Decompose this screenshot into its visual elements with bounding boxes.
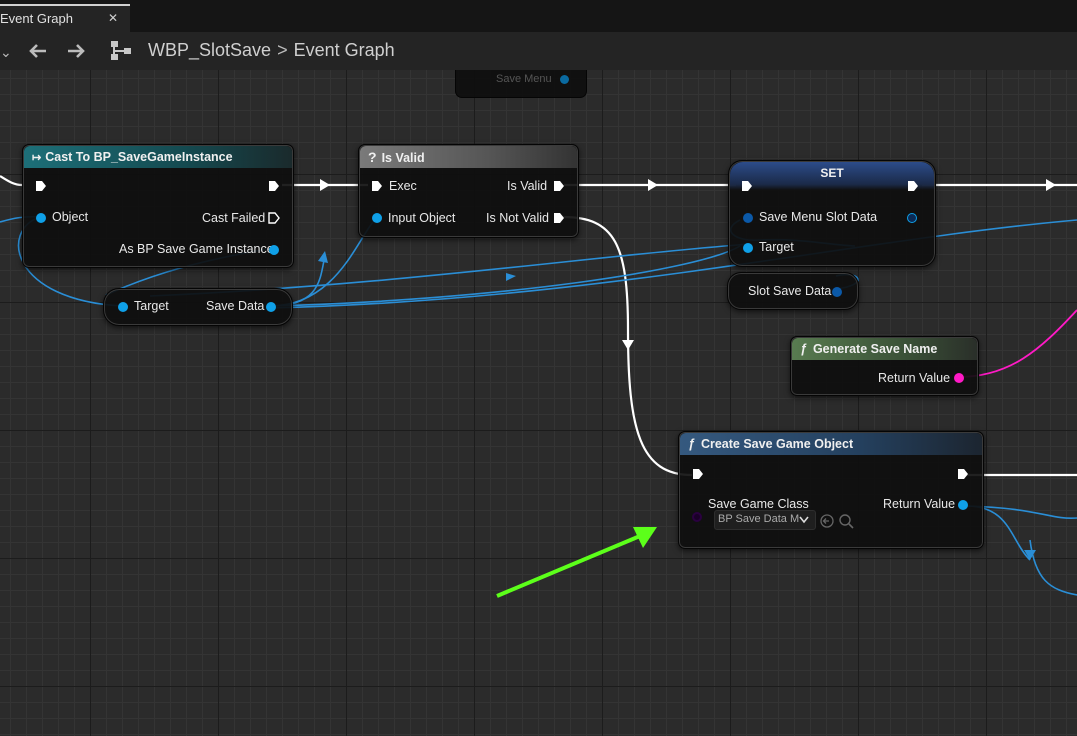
function-icon: ƒ bbox=[688, 437, 695, 451]
exec-in-pin[interactable] bbox=[692, 468, 704, 480]
return-value-pin[interactable] bbox=[958, 500, 968, 510]
cast-failed-pin[interactable] bbox=[268, 212, 280, 224]
cast-icon: ↦ bbox=[32, 152, 42, 164]
slot-data-in-pin[interactable] bbox=[743, 213, 753, 223]
exec-out-pin[interactable] bbox=[957, 468, 969, 480]
cast-node-header: ↦ Cast To BP_SaveGameInstance bbox=[24, 146, 292, 168]
is-valid-node[interactable]: ? Is Valid Exec Is Valid Input Object Is … bbox=[358, 144, 579, 238]
set-node[interactable]: SET Save Menu Slot Data Target bbox=[728, 160, 936, 267]
slot-save-data-pin[interactable] bbox=[832, 287, 842, 297]
annotation-arrow bbox=[496, 534, 641, 598]
save-game-class-value: BP Save Data M bbox=[718, 513, 800, 525]
blueprint-icon bbox=[111, 41, 131, 60]
target-label: Target bbox=[134, 299, 169, 313]
is-not-valid-label: Is Not Valid bbox=[486, 211, 549, 225]
tab-bar: Event Graph ✕ bbox=[0, 0, 1077, 32]
save-game-class-label: Save Game Class bbox=[708, 497, 809, 511]
function-icon: ƒ bbox=[800, 342, 807, 356]
target-pin[interactable] bbox=[743, 243, 753, 253]
input-object-pin[interactable] bbox=[372, 213, 382, 223]
question-icon: ? bbox=[368, 149, 377, 165]
return-value-label: Return Value bbox=[878, 371, 951, 385]
save-menu-label: Save Menu bbox=[496, 73, 552, 85]
magnifier-icon[interactable] bbox=[839, 514, 855, 530]
cast-node[interactable]: ↦ Cast To BP_SaveGameInstance Object Cast… bbox=[22, 144, 294, 268]
generate-save-name-header: ƒ Generate Save Name bbox=[792, 338, 977, 360]
dropdown-chevron-icon bbox=[799, 516, 809, 524]
set-header: SET bbox=[730, 162, 934, 190]
save-data-label: Save Data bbox=[206, 299, 265, 313]
slot-save-data-node[interactable]: Slot Save Data bbox=[727, 272, 859, 310]
tab-event-graph[interactable]: Event Graph ✕ bbox=[0, 4, 130, 32]
set-title: SET bbox=[820, 166, 844, 180]
slot-save-data-label: Slot Save Data bbox=[748, 284, 832, 298]
input-object-label: Input Object bbox=[388, 211, 456, 225]
as-instance-pin[interactable] bbox=[269, 245, 279, 255]
back-arrow-icon[interactable] bbox=[28, 42, 48, 60]
cast-failed-label: Cast Failed bbox=[202, 211, 266, 225]
target-label: Target bbox=[759, 240, 794, 254]
breadcrumb-graph[interactable]: Event Graph bbox=[294, 40, 395, 60]
exec-wire-not-valid bbox=[562, 215, 693, 477]
get-save-data-node[interactable]: Target Save Data bbox=[103, 288, 293, 326]
as-instance-label: As BP Save Game Instance bbox=[119, 242, 274, 256]
close-icon[interactable]: ✕ bbox=[108, 11, 118, 25]
object-pin[interactable] bbox=[36, 213, 46, 223]
generate-save-name-node[interactable]: ƒ Generate Save Name Return Value bbox=[790, 336, 979, 396]
annotation-arrowhead bbox=[633, 527, 657, 548]
save-menu-slot-data-label: Save Menu Slot Data bbox=[759, 210, 878, 224]
is-valid-pin[interactable] bbox=[553, 180, 565, 192]
save-menu-node[interactable]: Save Menu bbox=[455, 70, 587, 98]
reset-arrow-icon[interactable] bbox=[820, 514, 836, 530]
exec-label: Exec bbox=[389, 179, 417, 193]
forward-arrow-icon[interactable] bbox=[66, 42, 86, 60]
exec-out-pin[interactable] bbox=[268, 180, 280, 192]
exec-wire-in bbox=[0, 175, 23, 187]
save-game-class-pin[interactable] bbox=[692, 512, 702, 522]
is-valid-title: Is Valid bbox=[381, 151, 425, 165]
is-valid-header: ? Is Valid bbox=[360, 146, 577, 168]
breadcrumb-separator: > bbox=[277, 40, 288, 60]
is-not-valid-pin[interactable] bbox=[553, 212, 565, 224]
toolbar: ⌄ WBP_SlotSave > Event Graph bbox=[0, 32, 1077, 70]
return-value-pin[interactable] bbox=[954, 373, 964, 383]
graph-canvas[interactable]: Save Menu ↦ Cast To BP_SaveGameInstance O… bbox=[0, 70, 1077, 736]
generate-save-name-title: Generate Save Name bbox=[812, 342, 938, 356]
create-save-game-header: ƒ Create Save Game Object bbox=[680, 433, 982, 455]
exec-in-pin[interactable] bbox=[35, 180, 47, 192]
save-menu-pin[interactable] bbox=[560, 75, 569, 84]
return-value-label: Return Value bbox=[883, 497, 956, 511]
slot-data-out-pin[interactable] bbox=[907, 213, 917, 223]
cast-node-title: Cast To BP_SaveGameInstance bbox=[45, 150, 233, 164]
create-save-game-node[interactable]: ƒ Create Save Game Object Save Game Class… bbox=[678, 431, 984, 549]
target-pin[interactable] bbox=[118, 302, 128, 312]
create-save-game-title: Create Save Game Object bbox=[700, 437, 854, 451]
object-label: Object bbox=[52, 210, 89, 224]
exec-out-pin[interactable] bbox=[907, 180, 919, 192]
chevron-down-icon[interactable]: ⌄ bbox=[0, 41, 12, 63]
tab-label: Event Graph bbox=[0, 11, 73, 26]
save-game-class-dropdown[interactable]: BP Save Data M bbox=[714, 510, 816, 530]
exec-in-pin[interactable] bbox=[371, 180, 383, 192]
is-valid-label: Is Valid bbox=[507, 179, 548, 193]
breadcrumb-blueprint[interactable]: WBP_SlotSave bbox=[148, 40, 271, 60]
exec-in-pin[interactable] bbox=[741, 180, 753, 192]
save-data-pin[interactable] bbox=[266, 302, 276, 312]
breadcrumb: WBP_SlotSave > Event Graph bbox=[148, 40, 395, 61]
